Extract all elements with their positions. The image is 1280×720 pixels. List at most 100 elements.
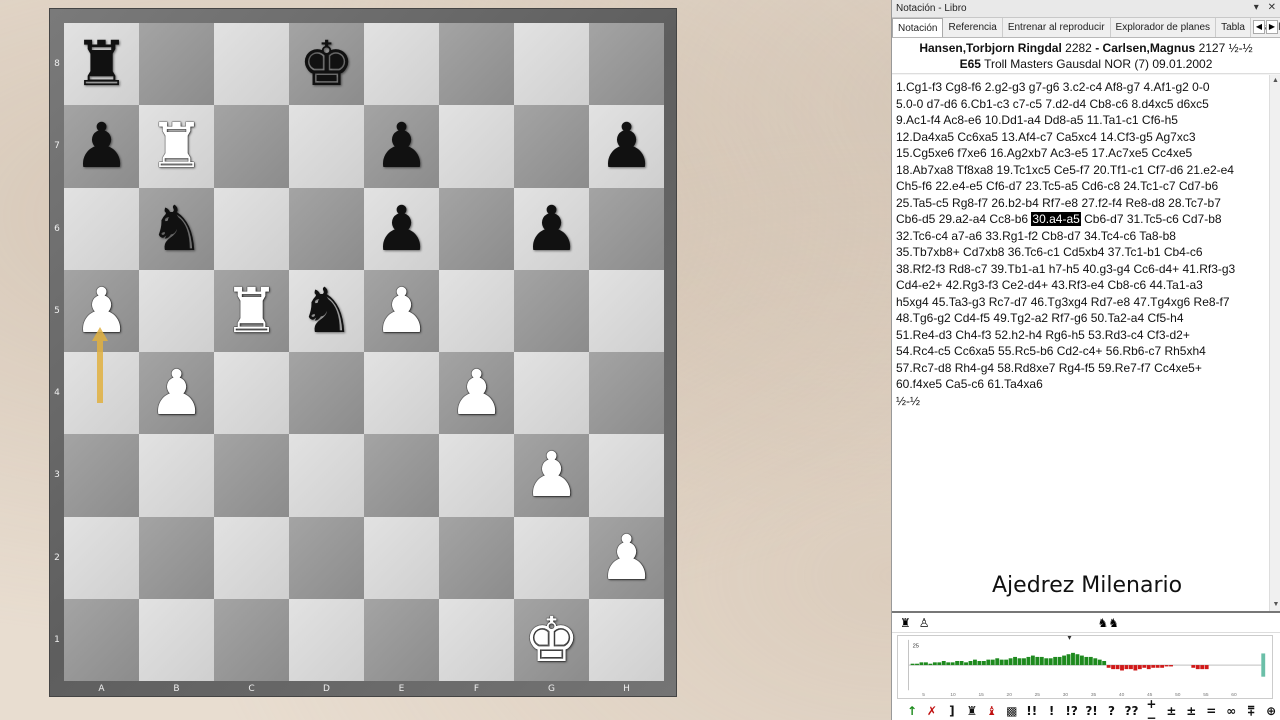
black-pawn-icon[interactable]: ♟ xyxy=(524,197,580,260)
square-a4[interactable] xyxy=(64,352,139,435)
square-g3[interactable]: ♟ xyxy=(514,434,589,517)
white-pawn-icon[interactable]: ♟ xyxy=(599,526,655,589)
square-g5[interactable] xyxy=(514,269,589,352)
annotation-symbol[interactable]: ✗ xyxy=(922,704,942,718)
notation-text[interactable]: 25.Ta5-c5 Rg8-f7 26.b2-b4 Rf7-e8 27.f2-f… xyxy=(896,196,1221,210)
notation-line[interactable]: h5xg4 45.Ta3-g3 Rc7-d7 46.Tg3xg4 Rd7-e8 … xyxy=(896,294,1258,311)
notation-text[interactable]: 5.0-0 d7-d6 6.Cb1-c3 c7-c5 7.d2-d4 Cb8-c… xyxy=(896,97,1209,111)
annotation-symbol[interactable]: ] xyxy=(942,704,962,718)
square-b2[interactable] xyxy=(139,516,214,599)
notation-text[interactable]: 18.Ab7xa8 Tf8xa8 19.Tc1xc5 Ce5-f7 20.Tf1… xyxy=(896,163,1234,177)
white-rook-icon[interactable]: ♜ xyxy=(224,279,280,342)
square-f1[interactable] xyxy=(439,598,514,681)
notation-text[interactable]: 9.Ac1-f4 Ac8-e6 10.Dd1-a4 Dd8-a5 11.Ta1-… xyxy=(896,113,1178,127)
square-f4[interactable]: ♟ xyxy=(439,352,514,435)
square-b4[interactable]: ♟ xyxy=(139,352,214,435)
square-f7[interactable] xyxy=(439,105,514,188)
scroll-up-icon[interactable]: ▲ xyxy=(1270,75,1280,87)
square-a7[interactable]: ♟ xyxy=(64,105,139,188)
notation-line[interactable]: 51.Re4-d3 Ch4-f3 52.h2-h4 Rg6-h5 53.Rd3-… xyxy=(896,327,1258,344)
notation-text[interactable]: h5xg4 45.Ta3-g3 Rc7-d7 46.Tg3xg4 Rd7-e8 … xyxy=(896,295,1230,309)
annotation-symbol[interactable]: ?? xyxy=(1121,704,1141,718)
notation-text[interactable]: Cd4-e2+ 42.Rg3-f3 Ce2-d4+ 43.Rf3-e4 Cb8-… xyxy=(896,278,1203,292)
square-b3[interactable] xyxy=(139,434,214,517)
notation-text[interactable]: Cb6-d5 29.a2-a4 Cc8-b6 xyxy=(896,212,1031,226)
notation-line[interactable]: 5.0-0 d7-d6 6.Cb1-c3 c7-c5 7.d2-d4 Cb8-c… xyxy=(896,96,1258,113)
square-f3[interactable] xyxy=(439,434,514,517)
square-a6[interactable] xyxy=(64,187,139,270)
square-c4[interactable] xyxy=(214,352,289,435)
tab-scroll-left-icon[interactable]: ◀ xyxy=(1253,20,1265,34)
square-g8[interactable] xyxy=(514,23,589,106)
notation-line[interactable]: 32.Tc6-c4 a7-a6 33.Rg1-f2 Cb8-d7 34.Tc4-… xyxy=(896,228,1258,245)
square-d4[interactable] xyxy=(289,352,364,435)
annotation-symbol[interactable]: ?! xyxy=(1082,704,1102,718)
notation-area[interactable]: 1.Cg1-f3 Cg8-f6 2.g2-g3 g7-g6 3.c2-c4 Af… xyxy=(892,75,1280,611)
square-f8[interactable] xyxy=(439,23,514,106)
square-e6[interactable]: ♟ xyxy=(364,187,439,270)
square-c1[interactable] xyxy=(214,598,289,681)
square-d6[interactable] xyxy=(289,187,364,270)
square-c6[interactable] xyxy=(214,187,289,270)
square-d8[interactable]: ♚ xyxy=(289,23,364,106)
notation-text[interactable]: ½-½ xyxy=(896,394,920,408)
notation-text[interactable]: 54.Rc4-c5 Cc6xa5 55.Rc5-b6 Cd2-c4+ 56.Rb… xyxy=(896,344,1206,358)
notation-line[interactable]: 25.Ta5-c5 Rg8-f7 26.b2-b4 Rf7-e8 27.f2-f… xyxy=(896,195,1258,212)
notation-text[interactable]: Ch5-f6 22.e4-e5 Cf6-d7 23.Tc5-a5 Cd6-c8 … xyxy=(896,179,1218,193)
annotation-symbol[interactable]: !? xyxy=(1062,704,1082,718)
notation-text[interactable]: 35.Tb7xb8+ Cd7xb8 36.Tc6-c1 Cd5xb4 37.Tc… xyxy=(896,245,1203,259)
square-g7[interactable] xyxy=(514,105,589,188)
square-c7[interactable] xyxy=(214,105,289,188)
notation-line[interactable]: Cd4-e2+ 42.Rg3-f3 Ce2-d4+ 43.Rf3-e4 Cb8-… xyxy=(896,277,1258,294)
white-player[interactable]: Hansen,Torbjorn Ringdal xyxy=(919,41,1061,55)
tab-notacion[interactable]: Notación xyxy=(892,18,944,37)
square-h8[interactable] xyxy=(589,23,664,106)
square-d1[interactable] xyxy=(289,598,364,681)
square-g6[interactable]: ♟ xyxy=(514,187,589,270)
square-b8[interactable] xyxy=(139,23,214,106)
white-pawn-icon[interactable]: ♟ xyxy=(74,279,130,342)
notation-line[interactable]: ½-½ xyxy=(896,393,1258,410)
notation-scrollbar[interactable]: ▲ ▼ xyxy=(1269,75,1280,611)
square-d2[interactable] xyxy=(289,516,364,599)
square-g4[interactable] xyxy=(514,352,589,435)
notation-text[interactable]: 1.Cg1-f3 Cg8-f6 2.g2-g3 g7-g6 3.c2-c4 Af… xyxy=(896,80,1210,94)
square-h3[interactable] xyxy=(589,434,664,517)
white-king-icon[interactable]: ♚ xyxy=(524,608,580,671)
notation-text[interactable]: 15.Cg5xe6 f7xe6 16.Ag2xb7 Ac3-e5 17.Ac7x… xyxy=(896,146,1192,160)
tab-scroll-right-icon[interactable]: ▶ xyxy=(1266,20,1278,34)
white-pawn-icon[interactable]: ♟ xyxy=(524,444,580,506)
white-pawn-icon[interactable]: ♟ xyxy=(374,279,430,342)
annotation-symbol[interactable]: !! xyxy=(1022,704,1042,718)
black-pawn-icon[interactable]: ♟ xyxy=(74,115,130,177)
black-knight-icon[interactable]: ♞ xyxy=(299,279,355,342)
notation-text[interactable]: 32.Tc6-c4 a7-a6 33.Rg1-f2 Cb8-d7 34.Tc4-… xyxy=(896,229,1176,243)
square-e8[interactable] xyxy=(364,23,439,106)
square-c2[interactable] xyxy=(214,516,289,599)
annotation-symbol[interactable]: ↑ xyxy=(902,704,922,718)
square-b6[interactable]: ♞ xyxy=(139,187,214,270)
square-b7[interactable]: ♜ xyxy=(139,105,214,188)
square-d3[interactable] xyxy=(289,434,364,517)
black-pawn-icon[interactable]: ♟ xyxy=(374,115,430,177)
square-e1[interactable] xyxy=(364,598,439,681)
panel-close-icon[interactable]: ✕ xyxy=(1268,2,1276,13)
notation-line[interactable]: Cb6-d5 29.a2-a4 Cc8-b6 30.a4-a5 Cb6-d7 3… xyxy=(896,211,1258,228)
black-pawn-icon[interactable]: ♟ xyxy=(599,115,655,177)
annotation-symbol[interactable]: ♜ xyxy=(962,704,982,718)
notation-text[interactable]: 38.Rf2-f3 Rd8-c7 39.Tb1-a1 h7-h5 40.g3-g… xyxy=(896,262,1235,276)
square-h2[interactable]: ♟ xyxy=(589,516,664,599)
annotation-symbol[interactable]: ± xyxy=(1181,704,1201,718)
square-c8[interactable] xyxy=(214,23,289,106)
square-e2[interactable] xyxy=(364,516,439,599)
notation-text[interactable]: Cb6-d7 31.Tc5-c6 Cd7-b8 xyxy=(1081,212,1221,226)
notation-line[interactable]: Ch5-f6 22.e4-e5 Cf6-d7 23.Tc5-a5 Cd6-c8 … xyxy=(896,178,1258,195)
tab-explorador[interactable]: Explorador de planes xyxy=(1111,18,1217,37)
square-c5[interactable]: ♜ xyxy=(214,269,289,352)
notation-text[interactable]: 48.Tg6-g2 Cd4-f5 49.Tg2-a2 Rf7-g6 50.Ta2… xyxy=(896,311,1184,325)
white-pawn-icon[interactable]: ♟ xyxy=(449,362,505,424)
panel-menu-icon[interactable]: ▾ xyxy=(1254,2,1259,13)
notation-line[interactable]: 9.Ac1-f4 Ac8-e6 10.Dd1-a4 Dd8-a5 11.Ta1-… xyxy=(896,112,1258,129)
notation-line[interactable]: 12.Da4xa5 Cc6xa5 13.Af4-c7 Ca5xc4 14.Cf3… xyxy=(896,129,1258,146)
notation-line[interactable]: 60.f4xe5 Ca5-c6 61.Ta4xa6 xyxy=(896,376,1258,393)
